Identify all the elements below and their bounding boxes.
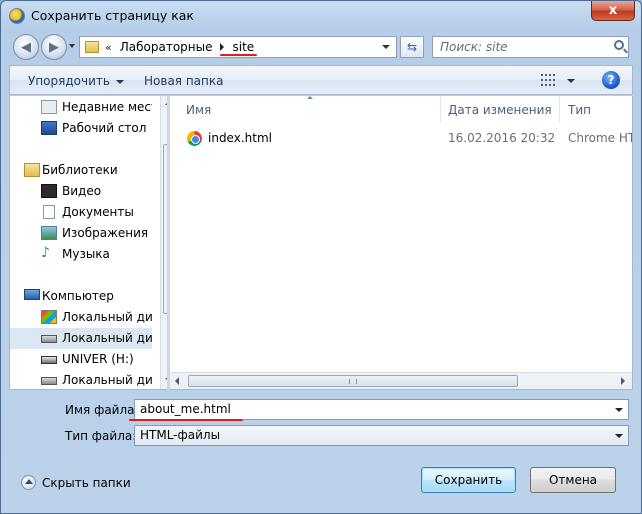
nav-item-label: Локальный диск [62,310,152,324]
view-dropdown-icon[interactable] [567,79,575,83]
title-bar[interactable]: Сохранить страницу как x [1,1,641,31]
nav-item-recent-places[interactable]: Недавние места [10,97,152,118]
close-button[interactable]: x [591,1,635,21]
address-dropdown-icon[interactable] [382,45,390,49]
video-icon [41,184,57,198]
refresh-icon: ⇆ [406,40,418,54]
filename-dropdown-icon[interactable] [615,408,623,412]
annotation-underline [129,419,243,421]
filename-field[interactable]: about_me.html [134,399,629,420]
column-divider[interactable] [440,96,441,122]
nav-item-pictures[interactable]: Изображения [10,223,152,244]
scroll-left-icon[interactable] [175,377,179,385]
filetype-select[interactable]: HTML-файлы [134,425,629,446]
file-date: 16.02.2016 20:32 [448,131,556,145]
system-drive-icon [41,310,57,324]
filetype-dropdown-icon[interactable] [615,434,623,438]
nav-item-label: Документы [62,205,134,219]
file-name: index.html [208,131,272,145]
help-icon[interactable]: ? [602,71,620,89]
nav-item-system-drive[interactable]: Локальный диск [10,307,152,328]
computer-icon [24,289,40,300]
cancel-button[interactable]: Отмена [530,467,616,493]
nav-item-local-disk[interactable]: Локальный диск [10,370,152,389]
address-overflow[interactable]: « [105,41,112,54]
refresh-button[interactable]: ⇆ [400,36,424,58]
folder-icon [85,41,99,53]
nav-item-documents[interactable]: Документы [10,202,152,223]
nav-item-label: Недавние места [62,100,152,114]
file-list-horizontal-scrollbar[interactable] [170,372,632,389]
nav-item-label: Видео [62,184,102,198]
filetype-value: HTML-файлы [140,428,221,442]
column-header-type[interactable]: Тип [568,103,591,117]
file-type: Chrome HTM [568,131,632,145]
recent-pages-dropdown[interactable] [69,44,75,48]
forward-button[interactable]: ▶ [41,34,67,60]
music-icon: ♪ [41,245,50,261]
file-list-scroll-thumb[interactable] [188,375,518,387]
desktop-icon [41,121,57,135]
browser-icon [9,8,25,24]
sort-ascending-icon [307,96,313,99]
nav-item-label: Музыка [62,247,110,261]
local-disk-icon [41,377,57,385]
nav-item-desktop[interactable]: Рабочий стол [10,118,152,139]
nav-item-label: Рабочий стол [62,121,147,135]
scroll-grip-icon [349,379,357,384]
column-divider[interactable] [559,96,560,122]
nav-item-video[interactable]: Видео [10,181,152,202]
breadcrumb-separator-icon[interactable] [220,43,225,51]
nav-item-computer[interactable]: Компьютер [10,286,152,307]
dialog-title: Сохранить страницу как [31,8,194,23]
nav-item-univer[interactable]: UNIVER (H:) [10,349,152,370]
new-folder-button[interactable]: Новая папка [144,74,223,88]
column-header-name[interactable]: Имя [186,103,211,117]
search-input[interactable]: Поиск: site [432,36,629,58]
filetype-label: Тип файла: [65,429,137,443]
local-disk-icon [41,335,57,343]
column-header-date[interactable]: Дата изменения [448,103,552,117]
save-dialog: Сохранить страницу как x ◀ ▶ « Лаборатор… [0,0,642,514]
command-bar: Упорядочить Новая папка ? [9,65,633,95]
file-row[interactable]: index.html 16.02.2016 20:32 Chrome HTM [187,130,632,148]
save-button[interactable]: Сохранить [421,467,516,493]
nav-item-label: Локальный диск [62,331,152,345]
back-arrow-icon: ◀ [21,39,31,55]
breadcrumb-labs[interactable]: Лабораторные [120,40,213,54]
nav-item-label: Библиотеки [42,163,118,177]
scroll-right-icon[interactable] [621,377,625,385]
removable-drive-icon [41,356,57,364]
navigation-pane: Недавние места Рабочий стол Библиотеки В… [9,96,167,390]
nav-item-music[interactable]: ♪ Музыка [10,244,152,265]
chrome-html-icon [187,131,202,146]
hide-folders-label: Скрыть папки [42,476,131,490]
chevron-down-icon [115,79,124,84]
nav-item-libraries[interactable]: Библиотеки [10,160,152,181]
breadcrumb-site[interactable]: site [232,40,254,54]
back-button[interactable]: ◀ [13,34,39,60]
pictures-icon [41,226,57,240]
libraries-icon [24,163,40,177]
filename-label: Имя файла: [65,403,139,417]
annotation-underline [220,54,257,56]
nav-item-label: Изображения [62,226,149,240]
file-list: Имя Дата изменения Тип index.html 16.02.… [170,96,633,390]
nav-item-local-disk-selected[interactable]: Локальный диск [10,328,152,349]
nav-item-label: UNIVER (H:) [62,352,134,366]
organize-label: Упорядочить [28,74,110,88]
nav-item-label: Компьютер [42,289,114,303]
search-icon[interactable] [614,40,624,50]
collapse-up-icon [21,475,36,490]
forward-arrow-icon: ▶ [49,39,59,55]
recent-places-icon [41,100,57,114]
filename-value: about_me.html [140,402,231,416]
documents-icon [43,205,55,219]
nav-vertical-scrollbar[interactable] [160,96,167,389]
nav-item-label: Локальный диск [62,373,152,387]
organize-button[interactable]: Упорядочить [28,74,124,88]
view-options-icon[interactable] [541,74,555,86]
